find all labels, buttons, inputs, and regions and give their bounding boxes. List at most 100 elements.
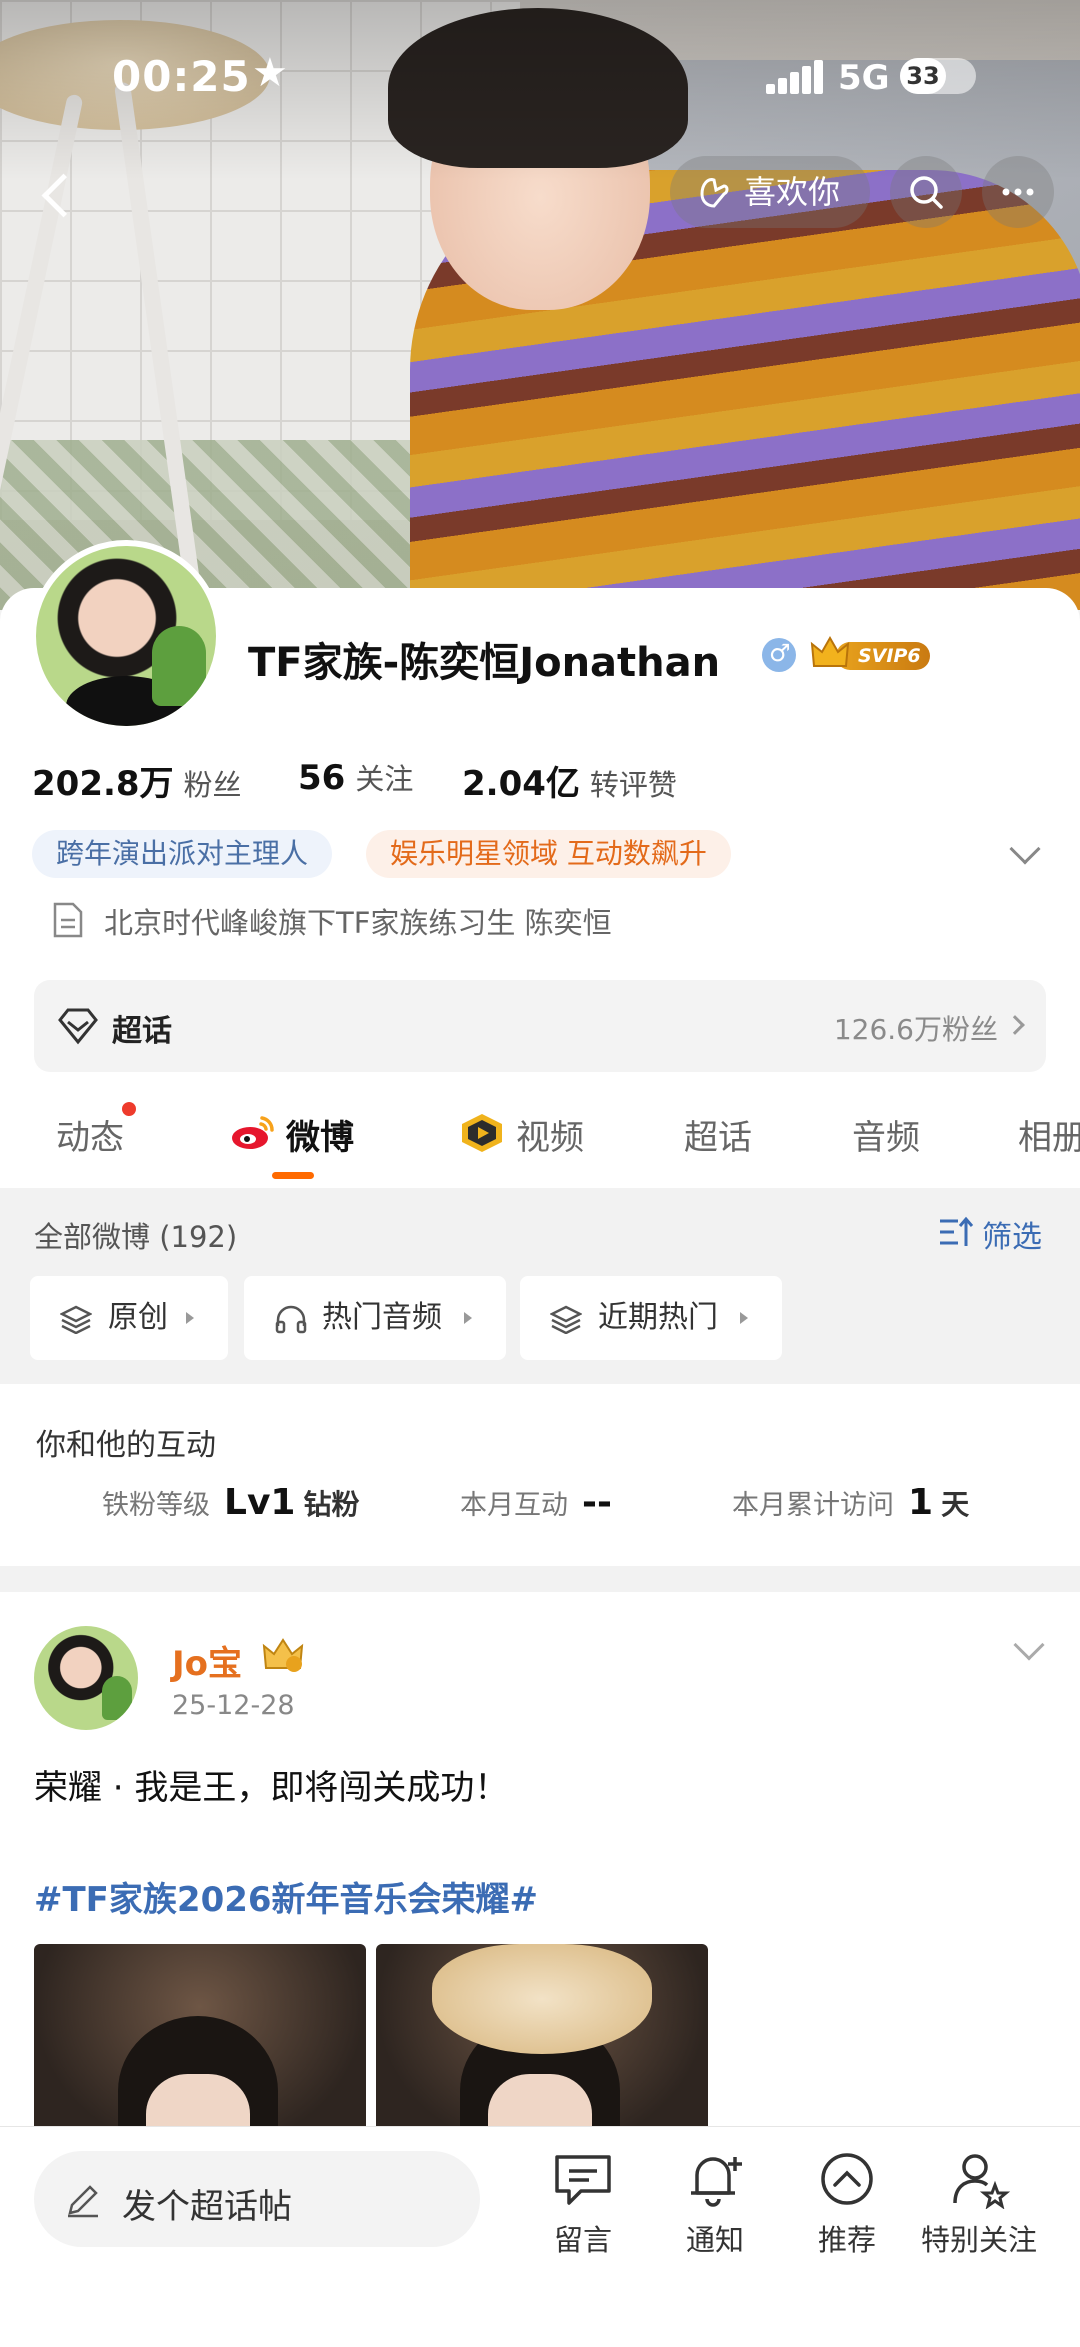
- tag-trending[interactable]: 娱乐明星领域 互动数飙升: [366, 830, 731, 878]
- battery-level: 33: [900, 58, 946, 94]
- chevron-right-icon: [1005, 1015, 1025, 1035]
- nav-special-follow[interactable]: 特别关注: [914, 2149, 1044, 2269]
- nav-recommend[interactable]: 推荐: [782, 2149, 912, 2269]
- post-card[interactable]: Jo宝 25-12-28 荣耀 · 我是王，即将闯关成功！ #TF家族2026新…: [0, 1592, 1080, 2154]
- star-icon: ★: [252, 50, 288, 96]
- nav-message[interactable]: 留言: [518, 2149, 648, 2269]
- filter-area: 全部微博 (192) 筛选 原创 热门音频 近期热门: [0, 1188, 1080, 1384]
- svip-badge[interactable]: SVIP6: [810, 634, 930, 674]
- chip-label: 热门音频: [322, 1300, 442, 1335]
- metric-value: 1: [908, 1482, 934, 1523]
- caret-right-icon: [464, 1312, 472, 1324]
- post-menu-chevron-icon[interactable]: [1013, 1629, 1045, 1661]
- hand-heart-icon: [700, 178, 729, 208]
- post-hashtag[interactable]: #TF家族2026新年音乐会荣耀#: [34, 1872, 538, 1921]
- layers-icon: [550, 1305, 582, 1334]
- post-date: 25-12-28: [172, 1690, 295, 1721]
- post-author-avatar[interactable]: [34, 1626, 138, 1730]
- message-icon: [555, 2155, 611, 2205]
- network-type: 5G: [838, 58, 890, 98]
- filter-label: 筛选: [982, 1220, 1042, 1255]
- compose-super-topic-post[interactable]: 发个超话帖: [34, 2151, 480, 2247]
- bio-text: 北京时代峰峻旗下TF家族练习生 陈奕恒: [104, 906, 612, 940]
- nav-label: 留言: [553, 2223, 612, 2257]
- stat-label: 关注: [355, 762, 414, 796]
- weibo-icon: [232, 1116, 274, 1149]
- headphones-icon: [275, 1305, 307, 1334]
- tab-super-topic[interactable]: 超话: [684, 1110, 752, 1159]
- tag-party-host[interactable]: 跨年演出派对主理人: [32, 830, 333, 878]
- notification-dot: [122, 1102, 136, 1116]
- tab-label: 微博: [286, 1118, 354, 1158]
- stat-value: 2.04亿: [462, 764, 580, 804]
- metric-unit: 钻粉: [303, 1488, 360, 1521]
- like-you-label: 喜欢你: [744, 173, 841, 211]
- pencil-icon: [68, 2185, 98, 2218]
- tab-label: 动态: [56, 1118, 124, 1158]
- chip-hot-audio[interactable]: 热门音频: [244, 1276, 506, 1360]
- profile-name: TF家族-陈奕恒Jonathan: [248, 640, 721, 686]
- search-icon: [910, 176, 943, 209]
- tab-video[interactable]: 视频: [458, 1110, 584, 1159]
- chip-original[interactable]: 原创: [30, 1276, 228, 1360]
- filter-icon: [940, 1216, 974, 1246]
- post-image[interactable]: [376, 1944, 708, 2154]
- stat-label: 转评赞: [589, 768, 677, 802]
- filter-button[interactable]: 筛选: [938, 1212, 1042, 1256]
- tab-audio[interactable]: 音频: [852, 1110, 920, 1159]
- metric-monthly-visits[interactable]: 本月累计访问 1 天: [732, 1482, 969, 1523]
- tab-weibo[interactable]: 微博: [228, 1110, 354, 1159]
- more-button[interactable]: [982, 156, 1054, 228]
- stat-value: 56: [298, 758, 346, 798]
- caret-right-icon: [740, 1312, 748, 1324]
- battery-icon: 33: [900, 58, 976, 94]
- chip-label: 近期热门: [598, 1300, 718, 1335]
- avatar[interactable]: [30, 540, 222, 732]
- stat-interactions[interactable]: 2.04亿 转评赞: [462, 756, 677, 805]
- status-bar: 00:25 ★ 5G 33: [0, 40, 1080, 120]
- caret-right-icon: [186, 1312, 194, 1324]
- status-time: 00:25: [112, 52, 251, 101]
- post-text: 荣耀 · 我是王，即将闯关成功！: [34, 1768, 509, 1808]
- super-topic-label: 超话: [112, 1014, 172, 1049]
- post-image[interactable]: [34, 1944, 366, 2154]
- chevron-up-circle-icon: [821, 2153, 873, 2205]
- gender-male-icon: [762, 638, 796, 672]
- metric-monthly-interaction[interactable]: 本月互动 --: [460, 1482, 612, 1523]
- nav-label: 特别关注: [920, 2223, 1037, 2257]
- bell-plus-icon: [691, 2157, 742, 2207]
- more-dots-icon: [1002, 188, 1034, 196]
- tab-label: 视频: [516, 1118, 584, 1158]
- stat-following[interactable]: 56 关注: [298, 756, 413, 798]
- svip-label: SVIP6: [836, 642, 930, 670]
- post-author-name[interactable]: Jo宝: [172, 1636, 242, 1685]
- stat-value: 202.8万: [32, 764, 174, 804]
- tab-feed[interactable]: 动态: [56, 1102, 136, 1159]
- stat-fans[interactable]: 202.8万 粉丝: [32, 756, 242, 805]
- interaction-title: 你和他的互动: [36, 1428, 216, 1463]
- search-button[interactable]: [890, 156, 962, 228]
- signal-icon: [766, 60, 823, 94]
- metric-key: 铁粉等级: [102, 1490, 210, 1521]
- metric-key: 本月累计访问: [732, 1490, 894, 1521]
- metric-fan-level[interactable]: 铁粉等级 Lv1 钻粉: [102, 1482, 359, 1523]
- metric-value: --: [582, 1482, 612, 1523]
- fan-crown-badge-icon: [262, 1638, 304, 1672]
- nav-notify[interactable]: 通知: [650, 2149, 780, 2269]
- compose-label: 发个超话帖: [122, 2187, 292, 2227]
- chip-label: 原创: [108, 1300, 168, 1335]
- chip-recent-hot[interactable]: 近期热门: [520, 1276, 782, 1360]
- super-topic-bar[interactable]: 超话 126.6万粉丝: [34, 980, 1046, 1072]
- user-star-icon: [953, 2154, 1011, 2209]
- video-icon: [462, 1114, 502, 1152]
- metric-unit: 天: [941, 1488, 970, 1521]
- stat-label: 粉丝: [183, 768, 242, 802]
- like-you-button[interactable]: 喜欢你: [670, 156, 870, 228]
- layers-icon: [60, 1305, 92, 1334]
- nav-label: 通知: [685, 2223, 744, 2257]
- profile-tabs: 动态 微博 视频 超话 音频 相册: [0, 1100, 1080, 1190]
- tab-album[interactable]: 相册: [1018, 1110, 1080, 1159]
- active-tab-indicator: [272, 1172, 314, 1179]
- back-button[interactable]: [20, 160, 90, 230]
- document-icon: [53, 902, 83, 938]
